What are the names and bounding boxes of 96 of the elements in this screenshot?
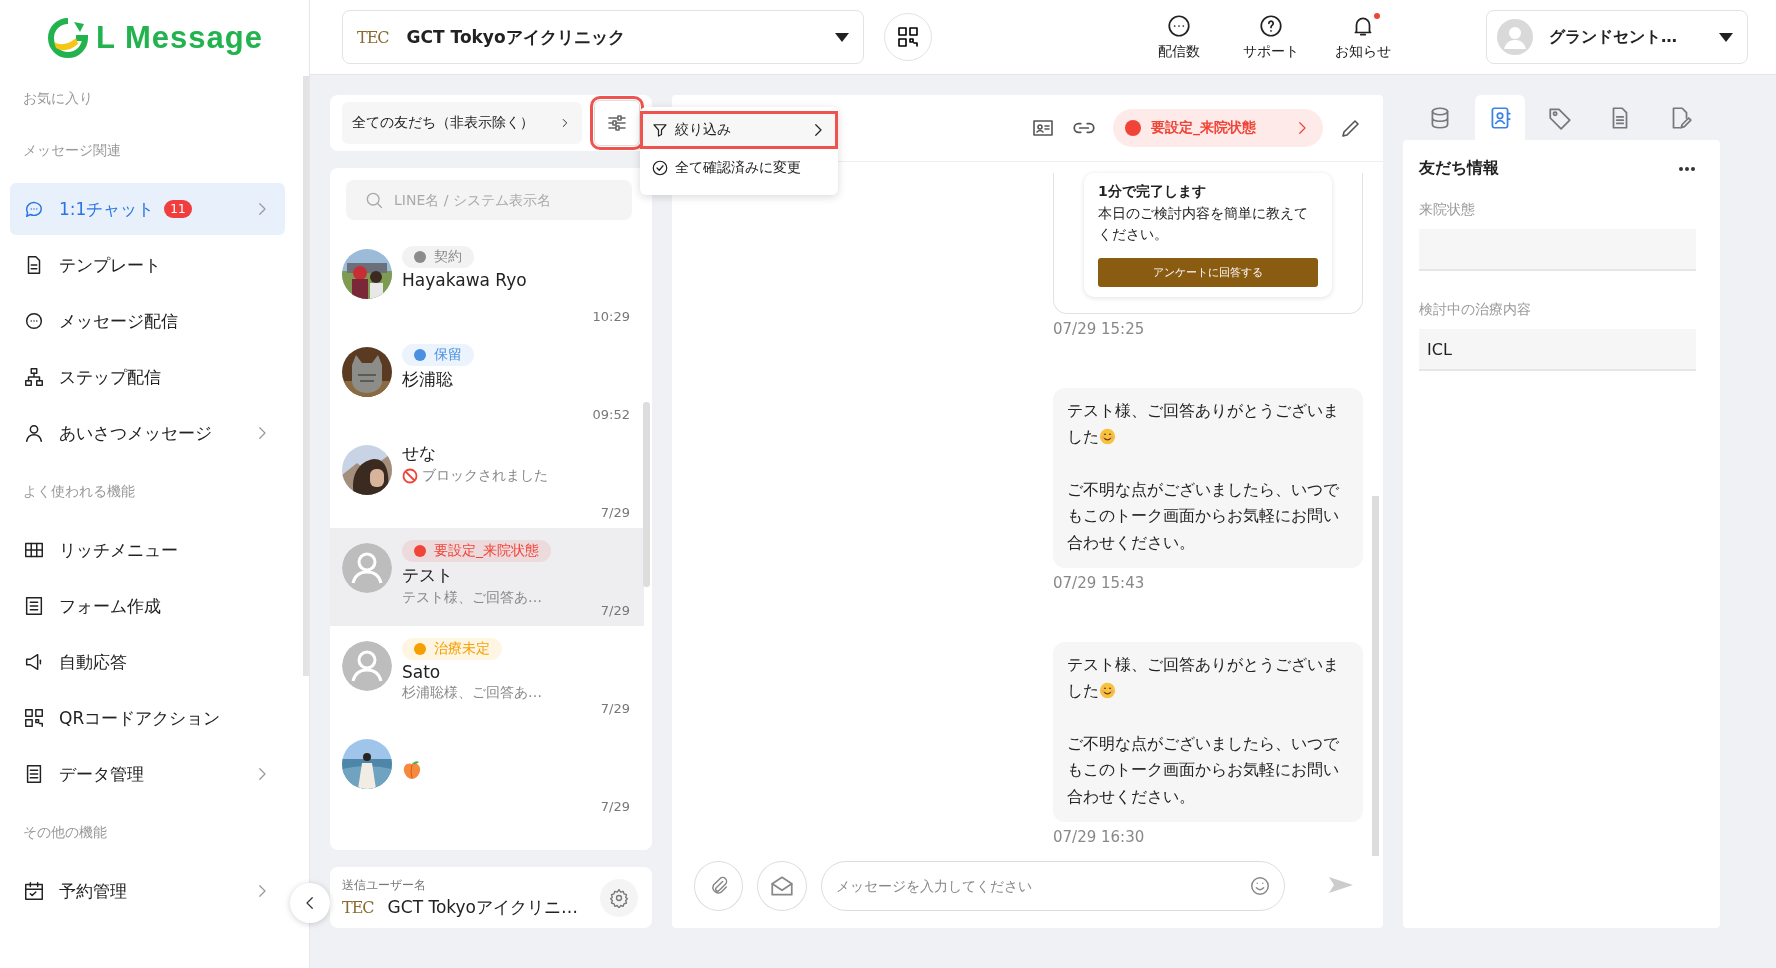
header-action[interactable]: サポート — [1240, 13, 1302, 61]
peach-icon — [402, 759, 422, 780]
message-preview: 杉浦聡様、ご回答あ… — [402, 683, 542, 702]
message-timestamp: 07/29 15:25 — [1053, 320, 1146, 339]
sidebar-item[interactable]: テンプレート — [10, 239, 285, 291]
menu-item[interactable]: 全て確認済みに変更 — [640, 149, 838, 187]
message-time: 7/29 — [600, 798, 630, 814]
app-logo-text: L Message — [96, 20, 263, 56]
survey-answer-button[interactable]: アンケートに回答する — [1098, 258, 1318, 288]
info-field[interactable]: ICL — [1419, 329, 1696, 371]
survey-text: 本日のご検討内容を簡単に教えてください。 — [1098, 203, 1309, 245]
qr-code-icon — [896, 25, 920, 49]
unread-badge: 11 — [164, 200, 192, 218]
message-time: 7/29 — [600, 602, 630, 618]
field-label: 来院状態 — [1419, 201, 1476, 219]
clinic-logo: TEC — [342, 897, 374, 917]
form-icon — [23, 595, 45, 617]
sidebar-item[interactable]: ステップ配信 — [10, 351, 285, 403]
contact-name: 杉浦聡 — [402, 367, 453, 391]
message-preview: ブロックされました — [422, 466, 548, 485]
message-timestamp: 07/29 16:30 — [1053, 828, 1146, 846]
sidebar-item[interactable]: メッセージ配信 — [10, 295, 285, 347]
more-icon[interactable] — [1678, 165, 1696, 172]
user-menu[interactable]: グランドセント… — [1486, 10, 1748, 64]
status-tag: 治療未定 — [402, 637, 502, 660]
header-action[interactable]: 配信数 — [1148, 13, 1210, 61]
gear-icon — [609, 887, 629, 908]
sidebar-section-heading: メッセージ関連 — [22, 140, 122, 160]
chat-list-item[interactable]: 要設定_来院状態 テスト テスト様、ご回答あ… 7/29 — [330, 527, 644, 626]
chat-list-item[interactable]: 7/29 — [330, 723, 644, 822]
friend-filter-dropdown[interactable]: 全ての友だち（非表示除く） — [342, 101, 582, 144]
status-tag: 要設定_来院状態 — [402, 539, 551, 562]
sidebar-item[interactable]: QRコードアクション — [10, 692, 285, 744]
speech-bubble-icon — [1166, 13, 1192, 39]
sender-name: GCT Tokyoアイクリニ… — [387, 895, 579, 919]
message-input[interactable]: メッセージを入力してください — [820, 861, 1285, 911]
qr-code-icon — [23, 707, 45, 729]
template-button[interactable] — [757, 861, 807, 911]
check-circle-icon — [651, 159, 669, 177]
sidebar-section-heading: よく使われる機能 — [22, 481, 136, 501]
message-time: 7/29 — [600, 700, 630, 716]
sender-label: 送信ユーザー名 — [342, 876, 427, 894]
sidebar-section-heading: その他の機能 — [22, 822, 108, 842]
chat-list-item[interactable]: せな ブロックされました 7/29 — [330, 429, 644, 528]
caret-icon — [1719, 32, 1733, 42]
filter-icon — [651, 121, 669, 139]
status-tag: 保留 — [402, 343, 474, 366]
contact-name: せな — [402, 441, 436, 465]
header-action[interactable]: お知らせ — [1332, 13, 1394, 61]
sidebar-item[interactable]: あいさつメッセージ — [10, 407, 285, 459]
settings-button[interactable] — [600, 878, 638, 917]
clinic-logo: TEC — [357, 27, 389, 47]
field-label: 検討中の治療内容 — [1419, 301, 1532, 319]
chat-list-item[interactable]: 治療未定 Sato 杉浦聡様、ご回答あ… 7/29 — [330, 625, 644, 724]
sidebar-item[interactable]: 自動応答 — [10, 636, 285, 688]
message-icon — [23, 310, 45, 332]
attach-button[interactable] — [694, 861, 744, 911]
smile-icon — [1099, 428, 1116, 446]
message-preview: テスト様、ご回答あ… — [402, 588, 542, 607]
sidebar-section-heading: お気に入り — [22, 89, 94, 108]
message-bubble: テスト様、ご回答ありがとうございました ご不明な点がございましたら、いつでもこのトーク画面からお気軽にお問い合わせください。 — [1053, 642, 1363, 822]
user-avatar-icon — [342, 640, 392, 691]
panel-tab[interactable] — [1475, 95, 1525, 140]
message-time: 09:52 — [592, 406, 630, 422]
sidebar-item[interactable]: フォーム作成 — [10, 580, 285, 632]
sidebar-item[interactable]: 1:1チャット 11 — [10, 183, 285, 235]
message-time: 10:29 — [592, 308, 630, 324]
caret-icon — [835, 32, 849, 42]
status-tag: 契約 — [402, 245, 474, 268]
contact-name: テスト — [402, 563, 453, 587]
user-avatar-icon — [342, 542, 392, 593]
message-bubble: テスト様、ご回答ありがとうございました ご不明な点がございましたら、いつでもこのトーク画面からお気軽にお問い合わせください。 — [1053, 388, 1363, 569]
chat-list-item[interactable]: 契約 Hayakawa Ryo 10:29 — [330, 233, 644, 332]
sidebar-item[interactable]: データ管理 — [10, 748, 285, 800]
search-field[interactable]: LINE名 / システム表示名 — [346, 179, 632, 220]
info-field[interactable] — [1419, 229, 1696, 271]
smiley-icon — [1249, 875, 1271, 897]
help-icon — [1258, 13, 1284, 39]
sidebar-item[interactable]: リッチメニュー — [10, 524, 285, 576]
smile-icon — [1099, 682, 1116, 700]
contact-name: Sato — [402, 661, 441, 682]
sidebar-item[interactable]: 予約管理 — [10, 865, 285, 917]
menu-item[interactable]: 絞り込み — [640, 111, 838, 149]
hierarchy-icon — [23, 366, 45, 388]
logo-icon — [48, 18, 88, 58]
user-avatar-icon — [1497, 19, 1533, 55]
panel-title: 友だち情報 — [1419, 158, 1499, 179]
survey-title: 1分で完了します — [1098, 182, 1207, 201]
chat-list-item[interactable]: 保留 杉浦聡 09:52 — [330, 331, 644, 430]
account-selector[interactable]: TEC GCT Tokyoアイクリニック — [342, 10, 864, 64]
user-icon — [23, 422, 45, 444]
calendar-icon — [23, 880, 45, 902]
message-time: 7/29 — [600, 504, 630, 520]
message-timestamp: 07/29 15:43 — [1053, 574, 1146, 593]
qr-code-button[interactable] — [884, 13, 932, 61]
contact-name: Hayakawa Ryo — [402, 269, 527, 290]
